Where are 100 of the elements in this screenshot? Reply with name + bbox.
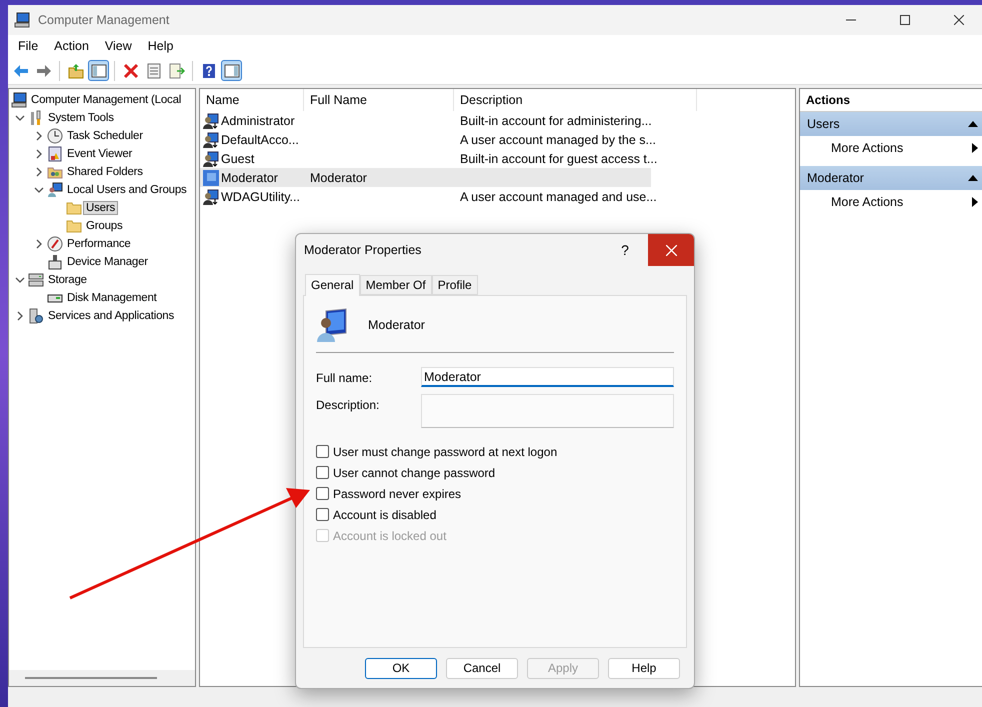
dialog-button[interactable]: OK [365,658,437,678]
tab[interactable]: Profile [432,275,478,295]
close-icon [954,15,964,25]
action-item[interactable]: More Actions [800,136,982,160]
table-cell: A user account managed by the s... [460,132,656,146]
tree-item[interactable]: Storage [45,273,90,287]
computer-icon [11,92,27,108]
collapse-chevron-icon[interactable] [14,275,24,285]
full-name-field[interactable]: Moderator [421,367,674,387]
checkbox-label: Account is disabled [333,508,436,522]
submenu-triangle-icon [972,143,978,153]
table-cell: A user account managed and use... [460,190,657,204]
help-icon [200,62,216,78]
dialog-title: Moderator Properties [304,243,422,257]
checkbox-label: User must change password at next logon [333,444,558,458]
properties-icon [146,62,162,78]
user-name: Moderator [368,318,425,332]
tree-item[interactable]: Users [83,201,118,215]
tab[interactable]: Member Of [360,275,432,295]
back-arrow-icon [12,62,28,78]
tree-item[interactable]: Local Users and Groups [64,183,190,197]
checkbox-label: Password never expires [333,486,462,500]
storage-icon [28,272,44,288]
table-cell: Moderator [221,170,278,184]
dialog-button[interactable]: Help [608,658,680,678]
maximize-icon [900,15,910,25]
delete-icon [122,62,138,78]
menu-item[interactable]: Action [46,39,97,53]
gauge-icon [47,236,63,252]
user-icon [203,132,219,148]
menu-item[interactable]: Help [140,39,182,53]
help-button[interactable]: ? [602,242,648,258]
tree-pane-icon [90,62,106,78]
folder-icon [66,218,82,234]
menu-item[interactable]: File [10,39,46,53]
checkbox[interactable] [316,487,329,500]
tree-item[interactable]: Shared Folders [64,165,146,179]
expand-chevron-icon[interactable] [14,311,24,321]
table-cell: DefaultAcco... [221,132,299,146]
column-header[interactable]: Name [200,89,304,111]
description-field[interactable] [421,394,674,428]
tree-item[interactable]: Services and Applications [45,309,178,323]
action-item[interactable]: More Actions [800,190,982,214]
toolbar-button[interactable] [88,60,109,81]
toolbar-button[interactable] [221,60,242,81]
collapse-triangle-icon [968,121,978,127]
table-cell: Administrator [221,114,295,128]
checkbox-label: User cannot change password [333,466,496,480]
computer-icon [14,12,30,28]
tree-item[interactable]: Event Viewer [64,147,136,161]
expand-chevron-icon[interactable] [34,239,44,249]
tab[interactable]: General [305,274,360,296]
tree-item[interactable]: Disk Management [64,291,160,305]
action-pane-icon [224,62,240,78]
table-row[interactable]: Administrator Built-in account for administering... [200,111,651,130]
tree-item[interactable]: Performance [64,237,134,251]
collapse-chevron-icon[interactable] [14,113,24,123]
column-header[interactable]: Description [454,89,697,111]
tree-item[interactable]: Device Manager [64,255,151,269]
field-label: Full name: [316,370,374,385]
action-section-header[interactable]: Users [800,112,982,136]
forward-arrow-icon [36,62,52,78]
checkbox[interactable] [316,508,329,521]
dialog-button[interactable]: Cancel [446,658,518,678]
window-title: Computer Management [38,13,170,27]
table-cell: Built-in account for guest access t... [460,152,658,166]
checkbox[interactable] [316,466,329,479]
folder-icon [66,200,82,216]
submenu-triangle-icon [972,197,978,207]
action-section-header[interactable]: Moderator [800,166,982,190]
collapse-triangle-icon [968,175,978,181]
checkbox-label: Account is locked out [333,528,446,542]
user-icon [203,150,219,166]
field-label: Description: [316,397,380,412]
tree-item[interactable]: Computer Management (Local [28,93,184,107]
table-row[interactable]: Moderator Moderator [200,168,651,187]
device-icon [47,254,63,270]
table-cell: Built-in account for administering... [460,114,652,128]
checkbox[interactable] [316,445,329,458]
users-icon [47,182,63,198]
log-icon [47,146,63,162]
user-icon [203,112,219,128]
close-button[interactable] [648,234,694,266]
close-icon [666,244,676,256]
menu-item[interactable]: View [96,39,140,53]
collapse-chevron-icon[interactable] [34,185,44,195]
clock-icon [47,128,63,144]
tree-item[interactable]: System Tools [45,111,117,125]
user-icon [203,170,219,186]
user-icon [203,188,219,204]
table-cell: Guest [221,152,254,166]
horizontal-scrollbar[interactable] [9,670,195,686]
table-cell: Moderator [310,170,367,184]
services-icon [28,308,44,324]
folder-up-icon [68,62,84,78]
tree-item[interactable]: Groups [83,219,126,233]
tree-item[interactable]: Task Scheduler [64,129,146,143]
column-header[interactable]: Full Name [304,89,454,111]
table-cell: WDAGUtility... [221,190,300,204]
export-list-icon [168,62,184,78]
